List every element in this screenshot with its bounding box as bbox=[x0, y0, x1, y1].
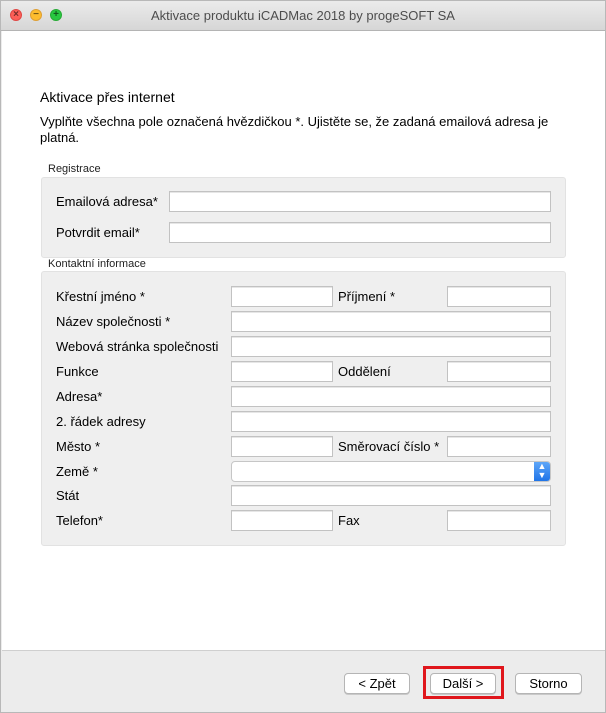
company-label: Název společnosti * bbox=[56, 314, 171, 329]
first-name-label: Křestní jméno * bbox=[56, 289, 145, 304]
address2-label: 2. řádek adresy bbox=[56, 414, 146, 429]
country-select[interactable]: ▲ ▼ bbox=[231, 461, 551, 482]
title-bar[interactable]: × − + Aktivace produktu iCADMac 2018 by … bbox=[1, 1, 605, 31]
website-label: Webová stránka společnosti bbox=[56, 339, 219, 354]
email-field[interactable] bbox=[169, 191, 551, 212]
state-field[interactable] bbox=[231, 485, 551, 506]
window-title: Aktivace produktu iCADMac 2018 by progeS… bbox=[151, 8, 455, 23]
footer-divider bbox=[2, 650, 605, 651]
city-label: Město * bbox=[56, 439, 101, 454]
last-name-label: Příjmení * bbox=[338, 289, 396, 304]
registration-section-label: Registrace bbox=[48, 163, 101, 175]
state-label: Stát bbox=[56, 488, 80, 503]
back-button[interactable]: < Zpět bbox=[344, 673, 410, 694]
email-label: Emailová adresa* bbox=[56, 194, 158, 209]
address-field[interactable] bbox=[231, 386, 551, 407]
page-heading: Aktivace přes internet bbox=[40, 89, 175, 105]
zip-label: Směrovací číslo * bbox=[338, 439, 440, 454]
contact-section-label: Kontaktní informace bbox=[48, 258, 146, 270]
fax-field[interactable] bbox=[447, 510, 551, 531]
phone-field[interactable] bbox=[231, 510, 333, 531]
first-name-field[interactable] bbox=[231, 286, 333, 307]
function-field[interactable] bbox=[231, 361, 333, 382]
last-name-field[interactable] bbox=[447, 286, 551, 307]
website-field[interactable] bbox=[231, 336, 551, 357]
confirm-email-field[interactable] bbox=[169, 222, 551, 243]
country-label: Země * bbox=[56, 464, 98, 479]
cancel-button[interactable]: Storno bbox=[515, 673, 582, 694]
department-field[interactable] bbox=[447, 361, 551, 382]
instructions-text: Vyplňte všechna pole označená hvězdičkou… bbox=[40, 114, 549, 145]
city-field[interactable] bbox=[231, 436, 333, 457]
company-field[interactable] bbox=[231, 311, 551, 332]
zip-field[interactable] bbox=[447, 436, 551, 457]
function-label: Funkce bbox=[56, 364, 99, 379]
address-label: Adresa* bbox=[56, 389, 103, 404]
activation-window: × − + Aktivace produktu iCADMac 2018 by … bbox=[0, 0, 606, 713]
department-label: Oddělení bbox=[338, 364, 391, 379]
confirm-email-label: Potvrdit email* bbox=[56, 225, 140, 240]
phone-label: Telefon* bbox=[56, 513, 103, 528]
next-button-highlight bbox=[423, 666, 504, 699]
chevron-updown-icon: ▲ ▼ bbox=[534, 462, 550, 481]
fax-label: Fax bbox=[338, 513, 360, 528]
address2-field[interactable] bbox=[231, 411, 551, 432]
registration-group bbox=[41, 177, 566, 258]
